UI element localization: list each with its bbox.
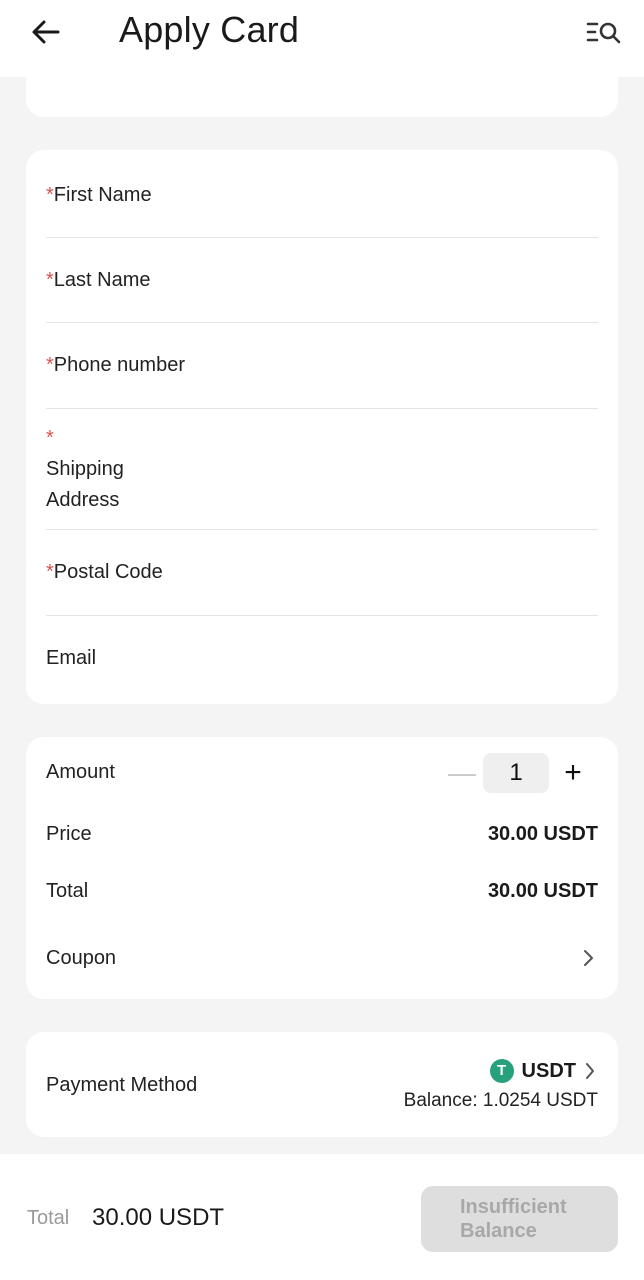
postal-code-field[interactable]: *Postal Code (46, 530, 598, 616)
quantity-value[interactable]: 1 (483, 753, 549, 793)
last-name-label: *Last Name (46, 269, 151, 291)
footer-total-value: 30.00 USDT (92, 1204, 225, 1231)
email-label: Email (46, 647, 97, 669)
shipping-address-label: * Shipping Address (46, 423, 124, 516)
required-mark: * (46, 427, 54, 449)
price-label: Price (46, 823, 92, 845)
arrow-left-icon (32, 20, 60, 44)
insufficient-balance-button[interactable]: Insufficient Balance (421, 1186, 618, 1252)
bottom-bar: Total 30.00 USDT Insufficient Balance (0, 1154, 644, 1280)
first-name-label: *First Name (46, 184, 152, 206)
order-summary: Amount — 1 + Price 30.00 USDT Total 30.0… (26, 737, 618, 999)
payment-method-label: Payment Method (46, 1074, 198, 1096)
required-mark: * (46, 561, 54, 583)
card-preview-section (26, 60, 618, 117)
coupon-label: Coupon (46, 947, 117, 969)
phone-number-field[interactable]: *Phone number (46, 323, 598, 409)
chevron-right-icon (586, 1063, 594, 1079)
required-mark: * (46, 184, 54, 206)
postal-code-label: *Postal Code (46, 561, 163, 583)
page-title: Apply Card (119, 9, 300, 50)
first-name-field[interactable]: *First Name (46, 150, 598, 238)
total-value: 30.00 USDT (487, 880, 598, 902)
email-field[interactable]: Email (46, 616, 598, 704)
increase-quantity-button[interactable]: + (560, 756, 586, 790)
shipping-address-field[interactable]: * Shipping Address (46, 409, 598, 530)
required-mark: * (46, 269, 54, 291)
back-button[interactable] (28, 14, 64, 50)
order-list-button[interactable] (584, 16, 624, 48)
decrease-quantity-button[interactable]: — (448, 758, 476, 788)
amount-label: Amount (46, 761, 115, 783)
total-label: Total (46, 880, 89, 902)
price-value: 30.00 USDT (487, 823, 598, 845)
coupon-row[interactable]: Coupon (26, 927, 618, 987)
applicant-form: *First Name *Last Name *Phone number * S… (26, 150, 618, 704)
phone-number-label: *Phone number (46, 354, 185, 376)
footer-total-label: Total (27, 1207, 70, 1229)
currency-name: USDT (521, 1059, 576, 1082)
payment-method-row[interactable]: Payment Method T USDT Balance: 1.0254 US… (26, 1032, 618, 1137)
list-search-icon (586, 22, 621, 44)
selected-currency[interactable]: T USDT (489, 1058, 596, 1084)
balance-text: Balance: 1.0254 USDT (403, 1090, 598, 1111)
last-name-field[interactable]: *Last Name (46, 238, 598, 323)
chevron-right-icon (584, 950, 593, 966)
required-mark: * (46, 354, 54, 376)
usdt-icon: T (489, 1059, 514, 1083)
